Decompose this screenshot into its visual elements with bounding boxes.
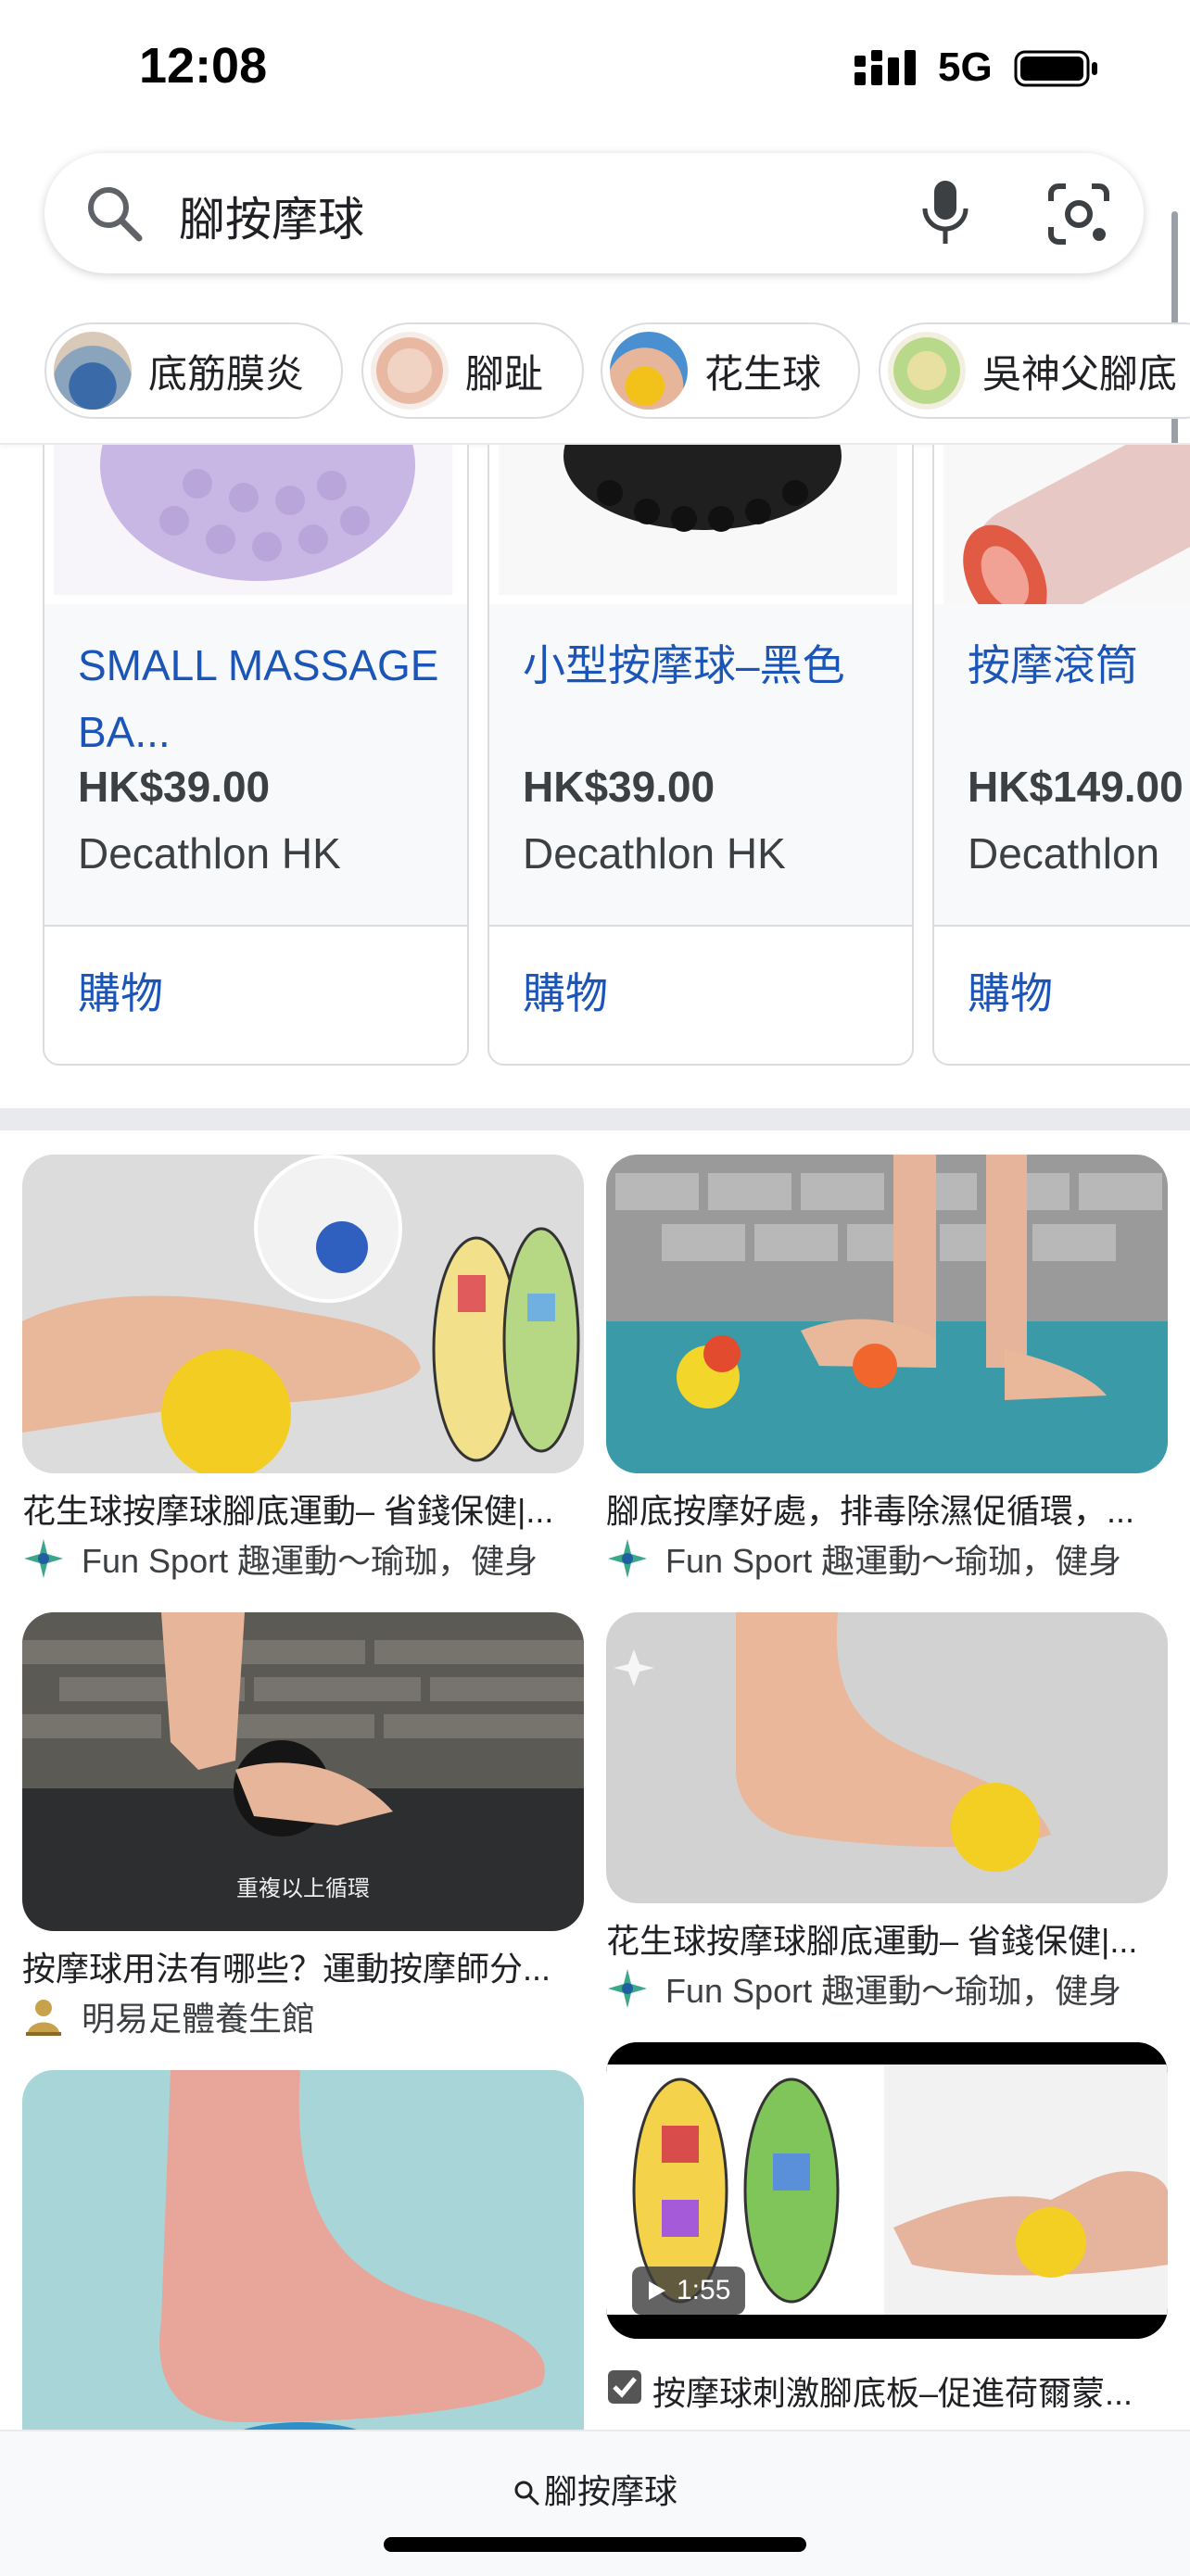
search-input[interactable]: 腳按摩球 [179, 183, 364, 249]
chip-toes[interactable]: 腳趾 [361, 322, 584, 419]
battery-icon [1014, 50, 1097, 87]
product-card[interactable]: 按摩滾筒 HK$149.00 Decathlon 購物 [932, 445, 1190, 1066]
chip-peanut-ball[interactable]: 花生球 [601, 322, 860, 419]
result-caption[interactable]: 腳底按摩好處，排毒除濕促循環，... [606, 1484, 1181, 1533]
product-image [934, 445, 1190, 604]
result-image[interactable] [22, 1155, 584, 1473]
chip-thumbnail [610, 332, 688, 410]
status-bar: 12:08 5G [0, 0, 1190, 139]
search-icon [514, 2481, 539, 2506]
product-title[interactable]: SMALL MASSAGE BA... [78, 632, 439, 765]
product-price: HK$39.00 [78, 763, 271, 811]
result-source: Fun Sport 趣運動～瑜珈，健身 [606, 1964, 1181, 2013]
product-card[interactable]: 小型按摩球–黑色 HK$39.00 Decathlon HK 購物 [487, 445, 914, 1066]
search-bar[interactable]: 腳按摩球 [44, 153, 1144, 273]
chip-plantar-fasciitis[interactable]: 底筋膜炎 [44, 322, 343, 419]
play-icon [649, 2281, 665, 2300]
shop-button[interactable]: 購物 [968, 960, 1053, 1021]
search-icon[interactable] [83, 183, 145, 244]
result-image[interactable] [606, 1612, 1168, 1903]
fun-sport-logo-icon [608, 1969, 647, 2008]
chip-father-josef[interactable]: 吳神父腳底 [879, 322, 1190, 419]
product-title[interactable]: 按摩滾筒 [968, 632, 1190, 699]
result-image[interactable] [606, 1155, 1168, 1473]
video-duration-badge: 1:55 [632, 2267, 746, 2315]
shopping-results: SMALL MASSAGE BA... HK$39.00 Decathlon H… [0, 445, 1190, 1067]
card-divider [934, 925, 1190, 927]
product-card[interactable]: SMALL MASSAGE BA... HK$39.00 Decathlon H… [43, 445, 469, 1066]
fun-sport-logo-icon [608, 1539, 647, 1578]
card-divider [489, 925, 912, 927]
chip-thumbnail [54, 332, 132, 410]
result-caption[interactable]: 按摩球刺激腳底板–促進荷爾蒙... [606, 2367, 1181, 2415]
product-price: HK$149.00 [968, 763, 1184, 811]
checkbox-icon [608, 2370, 641, 2404]
result-caption[interactable]: 花生球按摩球腳底運動– 省錢保健|... [22, 1484, 597, 1533]
product-info: 小型按摩球–黑色 HK$39.00 Decathlon HK [489, 604, 912, 925]
status-time: 12:08 [139, 38, 268, 94]
spa-logo-icon [26, 2000, 61, 2036]
product-image [44, 445, 467, 604]
product-title[interactable]: 小型按摩球–黑色 [523, 632, 884, 699]
result-source: 明易足體養生館 [22, 1992, 597, 2040]
product-seller: Decathlon [968, 829, 1160, 878]
chip-thumbnail [371, 332, 449, 410]
product-image [489, 445, 912, 604]
camera-lens-icon[interactable] [1045, 181, 1112, 247]
product-seller: Decathlon HK [78, 829, 341, 878]
product-info: SMALL MASSAGE BA... HK$39.00 Decathlon H… [44, 604, 467, 925]
result-image[interactable]: 重複以上循環 [22, 1612, 584, 1931]
network-label: 5G [938, 44, 993, 90]
microphone-icon[interactable] [914, 179, 977, 246]
result-caption[interactable]: 花生球按摩球腳底運動– 省錢保健|... [606, 1914, 1181, 1963]
product-seller: Decathlon HK [523, 829, 786, 878]
shop-button[interactable]: 購物 [523, 960, 608, 1021]
card-divider [44, 925, 467, 927]
signal-icon [855, 50, 916, 85]
bottom-query[interactable]: 腳按摩球 [0, 2465, 1190, 2513]
bottom-search-bar[interactable]: 腳按摩球 [0, 2430, 1190, 2576]
result-caption[interactable]: 按摩球用法有哪些？運動按摩師分... [22, 1942, 597, 1990]
product-price: HK$39.00 [523, 763, 715, 811]
video-overlay-text: 重複以上循環 [236, 1876, 370, 1901]
result-image[interactable] [22, 2070, 584, 2459]
filter-chips: 底筋膜炎 腳趾 花生球 吳神父腳底 [0, 317, 1190, 428]
fun-sport-logo-icon [24, 1539, 63, 1578]
result-source: Fun Sport 趣運動～瑜珈，健身 [606, 1534, 1181, 1583]
product-info: 按摩滾筒 HK$149.00 Decathlon [934, 604, 1190, 925]
home-indicator[interactable] [384, 2537, 806, 2552]
chip-thumbnail [888, 332, 966, 410]
section-divider [0, 1108, 1190, 1130]
result-source: Fun Sport 趣運動～瑜珈，健身 [22, 1534, 597, 1583]
shop-button[interactable]: 購物 [78, 960, 163, 1021]
result-image[interactable]: 1:55 [606, 2042, 1168, 2339]
